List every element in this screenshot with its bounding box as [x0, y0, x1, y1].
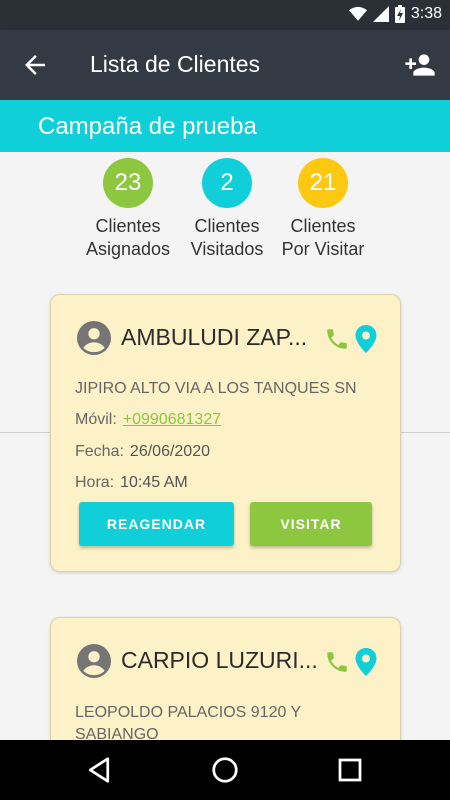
time-label: Hora: [75, 474, 115, 491]
location-pin-icon[interactable] [354, 325, 378, 353]
stat-assigned: 23 Clientes Asignados [73, 158, 183, 261]
stat-pending-count: 21 [298, 158, 348, 208]
recents-square-icon[interactable] [335, 755, 365, 785]
account-circle-icon [77, 644, 111, 678]
account-circle-icon [77, 321, 111, 355]
stat-pending-label: Clientes Por Visitar [268, 215, 378, 261]
page-title: Lista de Clientes [90, 51, 261, 77]
wifi-icon [348, 6, 367, 21]
phone-icon[interactable] [324, 326, 350, 352]
client-name: AMBULUDI ZAP... [121, 324, 308, 350]
status-bar: 3:38 [0, 0, 450, 30]
stat-visited-label: Clientes Visitados [172, 215, 282, 261]
campaign-name: Campaña de prueba [38, 113, 257, 140]
client-name: CARPIO LUZURI... [121, 647, 318, 673]
date-value: 26/06/2020 [129, 443, 210, 460]
stat-visited-count: 2 [202, 158, 252, 208]
battery-charging-icon [394, 5, 405, 23]
client-address: JIPIRO ALTO VIA A LOS TANQUES SN [75, 380, 357, 397]
home-circle-icon[interactable] [210, 755, 240, 785]
stat-assigned-label: Clientes Asignados [73, 215, 183, 261]
stat-label-line: Por Visitar [281, 239, 365, 259]
client-time-row: Hora: 10:45 AM [75, 474, 188, 492]
time-value: 10:45 AM [120, 474, 188, 491]
mobile-link[interactable]: +0990681327 [123, 411, 221, 428]
client-mobile-row: Móvil: +0990681327 [75, 411, 221, 429]
client-date-row: Fecha: 26/06/2020 [75, 443, 210, 461]
back-arrow-icon[interactable] [20, 50, 50, 80]
stat-assigned-count: 23 [103, 158, 153, 208]
stat-label-line: Clientes [194, 216, 260, 236]
status-icons: 3:38 [348, 5, 442, 23]
reschedule-button[interactable]: REAGENDAR [79, 502, 234, 546]
mobile-label: Móvil: [75, 411, 117, 428]
phone-icon[interactable] [324, 649, 350, 675]
add-person-icon[interactable] [404, 49, 436, 81]
stat-label-line: Clientes [95, 216, 161, 236]
location-pin-icon[interactable] [354, 648, 378, 676]
signal-icon [372, 6, 389, 22]
stat-pending: 21 Clientes Por Visitar [268, 158, 378, 261]
stat-label-line: Visitados [190, 239, 264, 259]
system-nav-bar [0, 740, 450, 800]
stat-label-line: Asignados [85, 239, 171, 259]
visit-button[interactable]: VISITAR [250, 502, 372, 546]
date-label: Fecha: [75, 443, 124, 460]
stat-visited: 2 Clientes Visitados [172, 158, 282, 261]
app-bar: Lista de Clientes [0, 30, 450, 100]
stat-label-line: Clientes [290, 216, 356, 236]
client-card[interactable]: AMBULUDI ZAP... JIPIRO ALTO VIA A LOS TA… [50, 294, 401, 572]
status-time: 3:38 [410, 5, 442, 22]
campaign-header: Campaña de prueba [0, 100, 450, 152]
back-triangle-icon[interactable] [84, 755, 114, 785]
